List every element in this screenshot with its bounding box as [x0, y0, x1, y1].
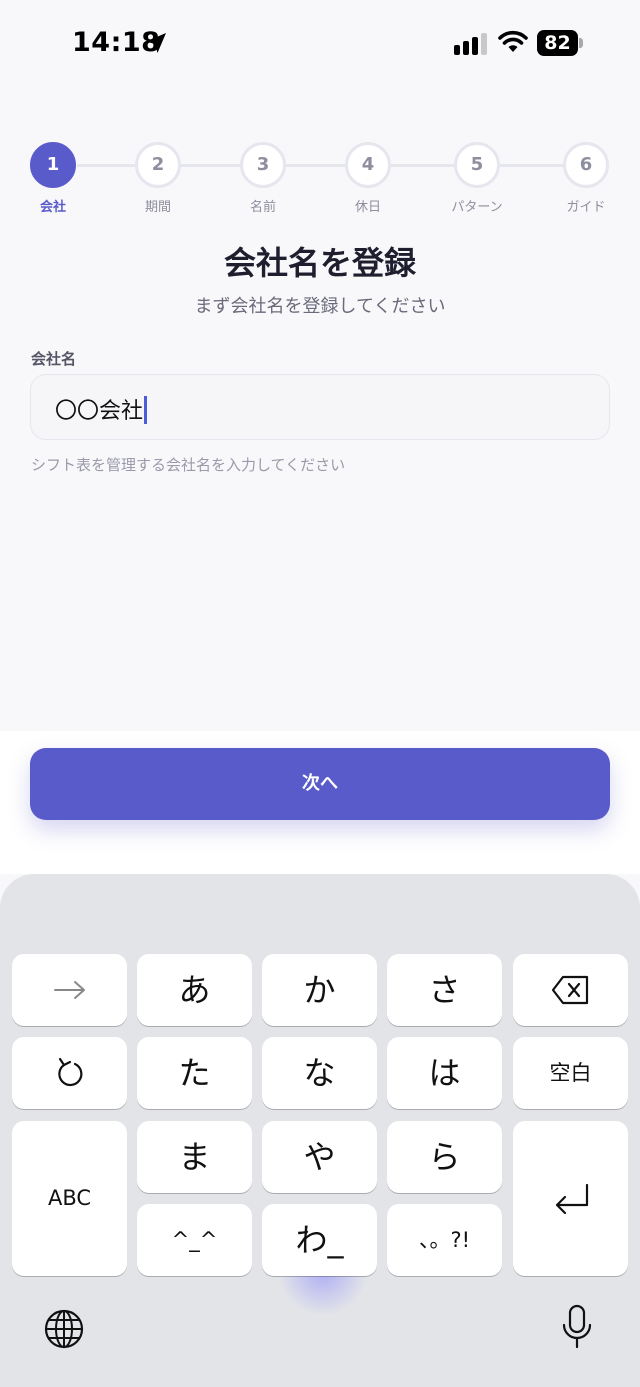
step-connector [181, 164, 240, 167]
step-connector [391, 164, 454, 167]
space-key[interactable]: 空白 [513, 1037, 628, 1109]
company-name-label: 会社名 [31, 350, 77, 368]
progress-stepper: 1 2 3 4 5 6 会社 期間 名前 休日 パターン ガイド [0, 140, 640, 220]
return-key[interactable] [513, 1121, 628, 1276]
key-a[interactable]: あ [137, 954, 252, 1026]
key-sa[interactable]: さ [387, 954, 502, 1026]
text-caret [144, 396, 148, 424]
status-bar: 14:18 82 [0, 0, 640, 90]
company-name-input[interactable]: 〇〇会社 [30, 374, 610, 440]
punctuation-key[interactable]: 、。?! [387, 1204, 502, 1276]
step-connector [500, 164, 563, 167]
step-connector [286, 164, 345, 167]
battery-level: 82 [537, 30, 578, 56]
step-6-circle: 6 [563, 142, 609, 188]
step-3-circle: 3 [240, 142, 286, 188]
cellular-signal-icon [454, 33, 487, 55]
key-ka[interactable]: か [262, 954, 377, 1026]
backspace-key[interactable] [513, 954, 628, 1026]
undo-key[interactable] [12, 1037, 127, 1109]
return-icon [555, 1183, 588, 1215]
step-1-label: 会社 [39, 200, 66, 215]
step-5-circle: 5 [454, 142, 500, 188]
microphone-icon[interactable] [560, 1304, 594, 1350]
step-1-circle: 1 [30, 142, 76, 188]
globe-icon[interactable] [43, 1308, 85, 1350]
step-connector [77, 164, 135, 167]
battery-icon: 82 [537, 30, 583, 56]
battery-tip [579, 38, 583, 48]
key-ha[interactable]: は [387, 1037, 502, 1109]
step-3-label: 名前 [249, 200, 276, 215]
step-2-circle: 2 [135, 142, 181, 188]
wifi-icon [498, 30, 528, 52]
arrow-right-key[interactable] [12, 954, 127, 1026]
arrow-right-icon [53, 981, 85, 999]
key-na[interactable]: な [262, 1037, 377, 1109]
step-6-label: ガイド [566, 200, 606, 215]
page-title: 会社名を登録 [223, 244, 416, 282]
location-arrow-icon [146, 33, 166, 53]
kana-keyboard: あ か さ た な は 空白 ABC ま や ら ^_^ わ_ 、。?! [0, 874, 640, 1387]
backspace-icon [551, 975, 588, 1005]
company-name-input-value: 〇〇会社 [55, 393, 148, 425]
kaomoji-key[interactable]: ^_^ [137, 1204, 252, 1276]
action-area: 次へ [0, 731, 640, 874]
key-ma[interactable]: ま [137, 1121, 252, 1193]
next-button[interactable]: 次へ [30, 748, 610, 820]
company-name-text: 〇〇会社 [55, 399, 144, 424]
page-subtitle: まず会社名を登録してください [194, 296, 446, 317]
abc-key[interactable]: ABC [12, 1121, 127, 1276]
step-2-label: 期間 [144, 200, 171, 215]
step-4-circle: 4 [345, 142, 391, 188]
key-ta[interactable]: た [137, 1037, 252, 1109]
undo-icon [57, 1057, 82, 1087]
key-ra[interactable]: ら [387, 1121, 502, 1193]
company-name-hint: シフト表を管理する会社名を入力してください [31, 456, 346, 474]
key-wa[interactable]: わ_ [262, 1204, 377, 1276]
key-ya[interactable]: や [262, 1121, 377, 1193]
step-4-label: 休日 [354, 200, 381, 215]
step-5-label: パターン [451, 200, 503, 215]
